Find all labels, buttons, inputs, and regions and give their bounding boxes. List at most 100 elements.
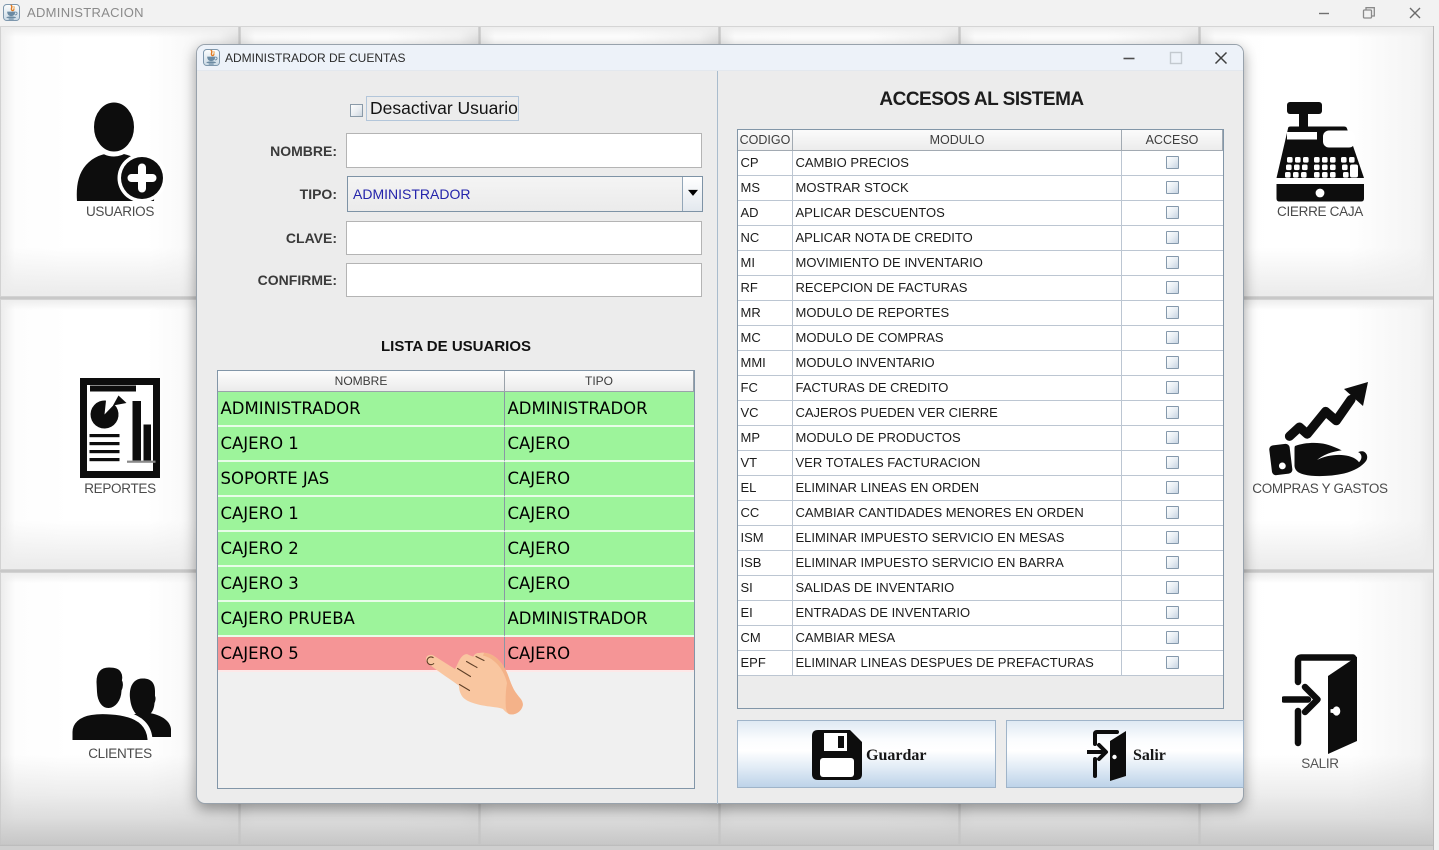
users-col-header[interactable]: NOMBRE bbox=[218, 371, 505, 392]
access-checkbox[interactable] bbox=[1166, 556, 1179, 569]
dialog-maximize-button[interactable] bbox=[1161, 45, 1191, 71]
access-cell-modulo[interactable]: FACTURAS DE CREDITO bbox=[793, 376, 1122, 401]
access-checkbox[interactable] bbox=[1166, 356, 1179, 369]
access-cell-codigo[interactable]: VC bbox=[738, 401, 793, 426]
access-cell-codigo[interactable]: MMI bbox=[738, 351, 793, 376]
access-cell-codigo[interactable]: VT bbox=[738, 451, 793, 476]
users-cell-tipo[interactable]: CAJERO bbox=[505, 462, 694, 497]
access-cell-codigo[interactable]: AD bbox=[738, 201, 793, 226]
access-cell-codigo[interactable]: NC bbox=[738, 226, 793, 251]
access-cell-codigo[interactable]: ISM bbox=[738, 526, 793, 551]
access-cell-modulo[interactable]: APLICAR DESCUENTOS bbox=[793, 201, 1122, 226]
dialog-close-button[interactable] bbox=[1206, 45, 1236, 71]
access-cell-acceso[interactable] bbox=[1122, 501, 1223, 526]
access-cell-modulo[interactable]: ELIMINAR IMPUESTO SERVICIO EN MESAS bbox=[793, 526, 1122, 551]
access-checkbox[interactable] bbox=[1166, 206, 1179, 219]
access-cell-codigo[interactable]: SI bbox=[738, 576, 793, 601]
close-button[interactable] bbox=[1400, 0, 1430, 26]
access-cell-modulo[interactable]: MODULO INVENTARIO bbox=[793, 351, 1122, 376]
access-checkbox[interactable] bbox=[1166, 181, 1179, 194]
access-cell-codigo[interactable]: FC bbox=[738, 376, 793, 401]
access-cell-codigo[interactable]: RF bbox=[738, 276, 793, 301]
access-cell-acceso[interactable] bbox=[1122, 226, 1223, 251]
access-checkbox[interactable] bbox=[1166, 256, 1179, 269]
access-cell-codigo[interactable]: CP bbox=[738, 151, 793, 176]
access-checkbox[interactable] bbox=[1166, 231, 1179, 244]
access-cell-acceso[interactable] bbox=[1122, 401, 1223, 426]
access-col-header[interactable]: MODULO bbox=[793, 130, 1122, 151]
access-checkbox[interactable] bbox=[1166, 456, 1179, 469]
access-cell-acceso[interactable] bbox=[1122, 351, 1223, 376]
access-cell-codigo[interactable]: MR bbox=[738, 301, 793, 326]
exit-button[interactable]: Salir bbox=[1006, 720, 1244, 788]
field-input-nombre[interactable] bbox=[346, 133, 702, 168]
access-cell-codigo[interactable]: MI bbox=[738, 251, 793, 276]
minimize-button[interactable] bbox=[1309, 0, 1339, 26]
access-cell-acceso[interactable] bbox=[1122, 276, 1223, 301]
access-cell-acceso[interactable] bbox=[1122, 601, 1223, 626]
users-cell-tipo[interactable]: CAJERO bbox=[505, 567, 694, 602]
access-cell-modulo[interactable]: MOVIMIENTO DE INVENTARIO bbox=[793, 251, 1122, 276]
combobox-dropdown-button[interactable] bbox=[682, 177, 702, 211]
users-cell-tipo[interactable]: CAJERO bbox=[505, 637, 694, 672]
access-cell-modulo[interactable]: ELIMINAR LINEAS EN ORDEN bbox=[793, 476, 1122, 501]
access-cell-acceso[interactable] bbox=[1122, 201, 1223, 226]
access-checkbox[interactable] bbox=[1166, 581, 1179, 594]
users-cell-nombre[interactable]: CAJERO 1 bbox=[218, 427, 505, 462]
users-cell-tipo[interactable]: CAJERO bbox=[505, 532, 694, 567]
access-checkbox[interactable] bbox=[1166, 431, 1179, 444]
users-cell-nombre[interactable]: ADMINISTRADOR bbox=[218, 392, 505, 427]
access-cell-codigo[interactable]: MS bbox=[738, 176, 793, 201]
access-cell-codigo[interactable]: ISB bbox=[738, 551, 793, 576]
access-col-header[interactable]: ACCESO bbox=[1122, 130, 1223, 151]
users-col-header[interactable]: TIPO bbox=[505, 371, 694, 392]
restore-button[interactable] bbox=[1354, 0, 1384, 26]
deactivate-user-checkbox[interactable] bbox=[350, 104, 363, 117]
access-checkbox[interactable] bbox=[1166, 381, 1179, 394]
access-cell-modulo[interactable]: MODULO DE REPORTES bbox=[793, 301, 1122, 326]
access-cell-acceso[interactable] bbox=[1122, 451, 1223, 476]
access-cell-modulo[interactable]: CAMBIAR CANTIDADES MENORES EN ORDEN bbox=[793, 501, 1122, 526]
access-cell-modulo[interactable]: MOSTRAR STOCK bbox=[793, 176, 1122, 201]
access-checkbox[interactable] bbox=[1166, 306, 1179, 319]
access-cell-modulo[interactable]: RECEPCION DE FACTURAS bbox=[793, 276, 1122, 301]
users-cell-nombre[interactable]: CAJERO 1 bbox=[218, 497, 505, 532]
access-cell-acceso[interactable] bbox=[1122, 576, 1223, 601]
users-cell-tipo[interactable]: ADMINISTRADOR bbox=[505, 392, 694, 427]
access-cell-acceso[interactable] bbox=[1122, 151, 1223, 176]
access-checkbox[interactable] bbox=[1166, 531, 1179, 544]
users-cell-nombre[interactable]: CAJERO 3 bbox=[218, 567, 505, 602]
access-cell-codigo[interactable]: CC bbox=[738, 501, 793, 526]
users-cell-nombre[interactable]: SOPORTE JAS bbox=[218, 462, 505, 497]
access-cell-modulo[interactable]: MODULO DE COMPRAS bbox=[793, 326, 1122, 351]
access-cell-modulo[interactable]: MODULO DE PRODUCTOS bbox=[793, 426, 1122, 451]
users-cell-tipo[interactable]: ADMINISTRADOR bbox=[505, 602, 694, 637]
access-cell-modulo[interactable]: ELIMINAR IMPUESTO SERVICIO EN BARRA bbox=[793, 551, 1122, 576]
access-cell-acceso[interactable] bbox=[1122, 526, 1223, 551]
access-cell-acceso[interactable] bbox=[1122, 301, 1223, 326]
access-checkbox[interactable] bbox=[1166, 631, 1179, 644]
access-checkbox[interactable] bbox=[1166, 281, 1179, 294]
access-cell-modulo[interactable]: CAMBIAR MESA bbox=[793, 626, 1122, 651]
access-cell-codigo[interactable]: EPF bbox=[738, 651, 793, 676]
access-cell-modulo[interactable]: VER TOTALES FACTURACION bbox=[793, 451, 1122, 476]
access-checkbox[interactable] bbox=[1166, 481, 1179, 494]
access-cell-acceso[interactable] bbox=[1122, 326, 1223, 351]
access-cell-codigo[interactable]: CM bbox=[738, 626, 793, 651]
users-cell-nombre[interactable]: CAJERO PRUEBA bbox=[218, 602, 505, 637]
access-cell-acceso[interactable] bbox=[1122, 626, 1223, 651]
access-cell-acceso[interactable] bbox=[1122, 251, 1223, 276]
access-checkbox[interactable] bbox=[1166, 656, 1179, 669]
access-cell-acceso[interactable] bbox=[1122, 651, 1223, 676]
access-checkbox[interactable] bbox=[1166, 406, 1179, 419]
users-cell-tipo[interactable]: CAJERO bbox=[505, 497, 694, 532]
field-input-confirme[interactable] bbox=[346, 263, 702, 297]
access-cell-modulo[interactable]: ELIMINAR LINEAS DESPUES DE PREFACTURAS bbox=[793, 651, 1122, 676]
access-cell-modulo[interactable]: ENTRADAS DE INVENTARIO bbox=[793, 601, 1122, 626]
access-cell-acceso[interactable] bbox=[1122, 476, 1223, 501]
access-cell-acceso[interactable] bbox=[1122, 176, 1223, 201]
access-col-header[interactable]: CODIGO bbox=[738, 130, 793, 151]
access-cell-codigo[interactable]: MC bbox=[738, 326, 793, 351]
access-cell-modulo[interactable]: CAJEROS PUEDEN VER CIERRE bbox=[793, 401, 1122, 426]
access-checkbox[interactable] bbox=[1166, 331, 1179, 344]
